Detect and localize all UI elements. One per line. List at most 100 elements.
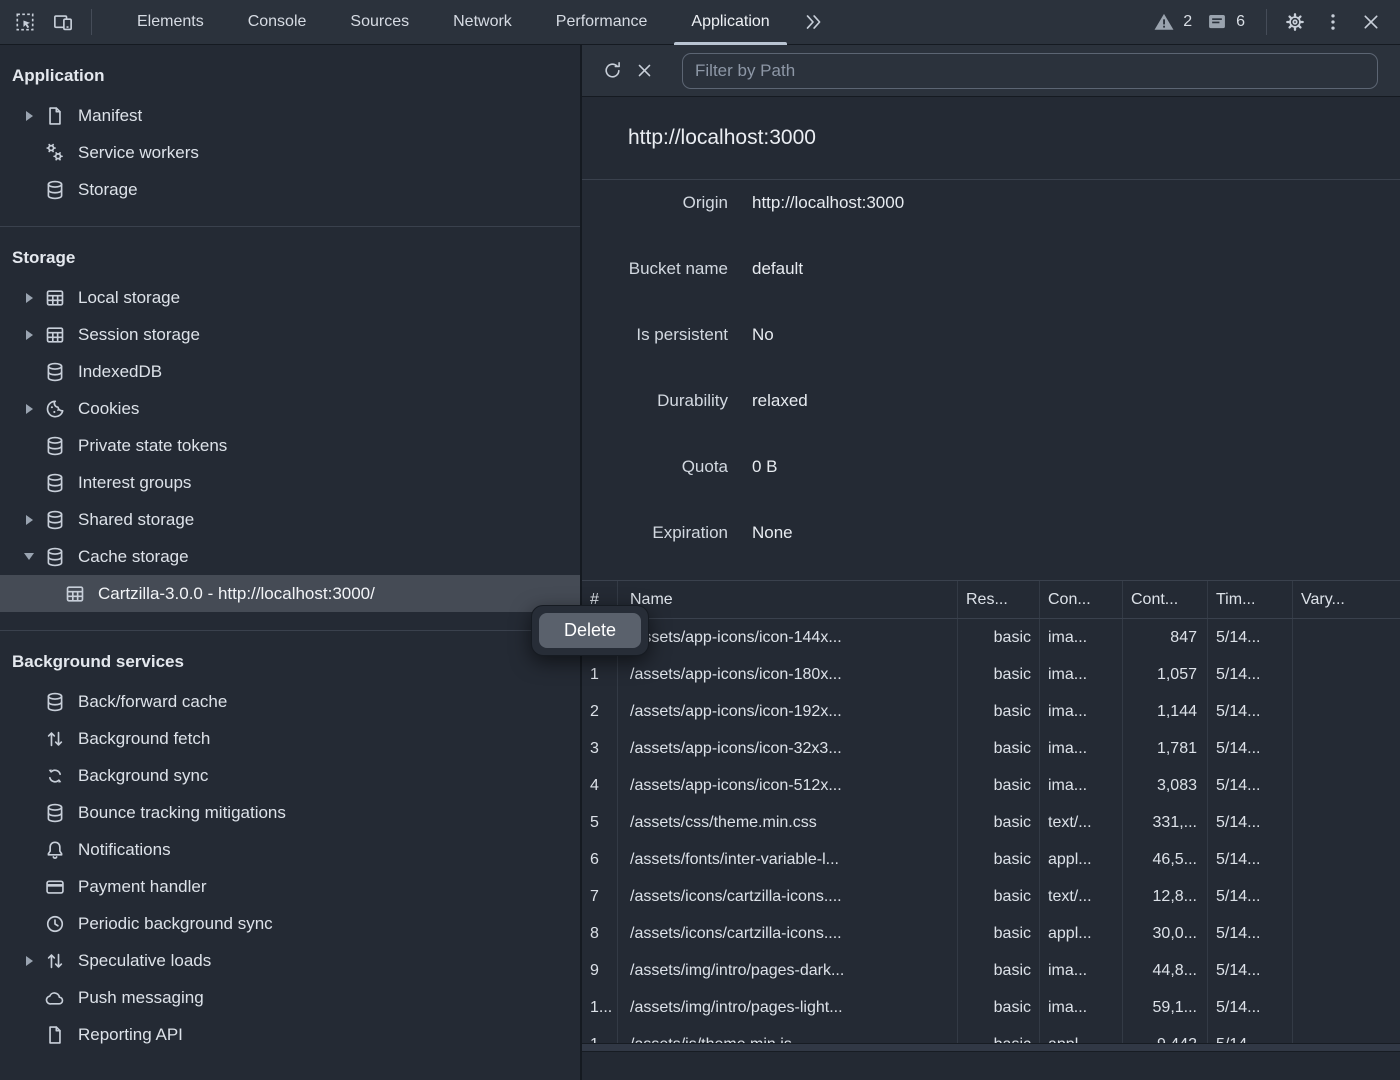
close-icon[interactable] [1352,3,1390,41]
tree-item-background-sync[interactable]: Background sync [0,757,580,794]
expander-expanded-icon[interactable] [22,550,36,564]
expander-placeholder [22,806,36,820]
cell-vary [1293,804,1400,841]
tree-item-interest-groups[interactable]: Interest groups [0,464,580,501]
cell-time: 5/14... [1208,804,1293,841]
table-row[interactable]: 1/assets/app-icons/icon-180x...basicima.… [582,656,1400,693]
tab-elements[interactable]: Elements [115,0,226,45]
more-tabs-button[interactable] [794,3,832,41]
cell-res: basic [958,693,1040,730]
tree-item-cartzilla-3-0-0-http-localhost-3000[interactable]: Cartzilla-3.0.0 - http://localhost:3000/ [0,575,580,612]
tab-performance[interactable]: Performance [534,0,670,45]
device-toolbar-icon[interactable] [44,3,82,41]
tree-item-bounce-tracking-mitigations[interactable]: Bounce tracking mitigations [0,794,580,831]
cell-con: ima... [1040,693,1123,730]
expander-collapsed-icon[interactable] [22,954,36,968]
cell-name: /assets/app-icons/icon-144x... [618,619,958,656]
toolbar-divider [1266,9,1267,35]
table-row[interactable]: 5/assets/css/theme.min.cssbasictext/...3… [582,804,1400,841]
expander-placeholder [22,732,36,746]
tree-item-session-storage[interactable]: Session storage [0,316,580,353]
tab-console[interactable]: Console [226,0,329,45]
tree-item-notifications[interactable]: Notifications [0,831,580,868]
tree-item-storage[interactable]: Storage [0,171,580,208]
expander-collapsed-icon[interactable] [22,513,36,527]
table-icon [64,583,86,605]
table-row[interactable]: 1.../assets/js/theme.min.jsbasicappl...9… [582,1026,1400,1043]
tree-item-label: Private state tokens [78,436,227,456]
warnings-button[interactable]: 2 [1151,3,1204,41]
tree-item-reporting-api[interactable]: Reporting API [0,1016,580,1053]
cache-entries-table: #NameRes...Con...Cont...Tim...Vary... 0/… [582,581,1400,1080]
table-row[interactable]: 2/assets/app-icons/icon-192x...basicima.… [582,693,1400,730]
tree-item-label: Background sync [78,766,208,786]
column-header-name[interactable]: Name [618,581,958,618]
warning-count: 2 [1183,13,1192,31]
service-workers-icon [44,142,66,164]
expander-collapsed-icon[interactable] [22,291,36,305]
table-row[interactable]: 0/assets/app-icons/icon-144x...basicima.… [582,619,1400,656]
tree-item-label: Interest groups [78,473,191,493]
tree-item-push-messaging[interactable]: Push messaging [0,979,580,1016]
expander-placeholder [22,476,36,490]
tree-item-private-state-tokens[interactable]: Private state tokens [0,427,580,464]
tree-item-cache-storage[interactable]: Cache storage [0,538,580,575]
table-row[interactable]: 3/assets/app-icons/icon-32x3...basicima.… [582,730,1400,767]
table-row[interactable]: 4/assets/app-icons/icon-512x...basicima.… [582,767,1400,804]
tree-item-background-fetch[interactable]: Background fetch [0,720,580,757]
kebab-menu-icon[interactable] [1314,3,1352,41]
arrows-up-down-icon [44,950,66,972]
tree-item-manifest[interactable]: Manifest [0,97,580,134]
tree-item-periodic-background-sync[interactable]: Periodic background sync [0,905,580,942]
tab-sources[interactable]: Sources [328,0,431,45]
tab-application[interactable]: Application [669,0,791,45]
tree-item-payment-handler[interactable]: Payment handler [0,868,580,905]
filter-toolbar [582,45,1400,97]
context-menu-delete[interactable]: Delete [539,613,641,648]
table-row[interactable]: 6/assets/fonts/inter-variable-l...basica… [582,841,1400,878]
horizontal-scrollbar[interactable] [582,1043,1400,1052]
expander-collapsed-icon[interactable] [22,109,36,123]
cell-time: 5/14... [1208,989,1293,1026]
tree-item-label: Cartzilla-3.0.0 - http://localhost:3000/ [98,584,375,604]
tree-item-indexeddb[interactable]: IndexedDB [0,353,580,390]
column-header-con[interactable]: Con... [1040,581,1123,618]
gear-icon[interactable] [1276,3,1314,41]
cell-len: 847 [1123,619,1208,656]
tree-item-speculative-loads[interactable]: Speculative loads [0,942,580,979]
message-count: 6 [1236,13,1245,31]
refresh-icon[interactable] [596,55,628,87]
tab-network[interactable]: Network [431,0,534,45]
tree-item-cookies[interactable]: Cookies [0,390,580,427]
tree-item-shared-storage[interactable]: Shared storage [0,501,580,538]
tree-item-label: Push messaging [78,988,204,1008]
tree-item-label: Shared storage [78,510,194,530]
filter-by-path-input[interactable] [682,53,1378,89]
cell-time: 5/14... [1208,952,1293,989]
expander-collapsed-icon[interactable] [22,328,36,342]
cell-time: 5/14... [1208,878,1293,915]
clear-icon[interactable] [628,55,660,87]
table-row[interactable]: 9/assets/img/intro/pages-dark...basicima… [582,952,1400,989]
inspect-cursor-icon[interactable] [6,3,44,41]
expander-collapsed-icon[interactable] [22,402,36,416]
console-message-icon [1204,3,1230,41]
table-row[interactable]: 7/assets/icons/cartzilla-icons....basict… [582,878,1400,915]
cell-con: ima... [1040,767,1123,804]
column-header-vary[interactable]: Vary... [1293,581,1400,618]
column-header-res[interactable]: Res... [958,581,1040,618]
tree-item-service-workers[interactable]: Service workers [0,134,580,171]
section-header: Background services [0,647,580,677]
cell-len: 30,0... [1123,915,1208,952]
tree-item-back-forward-cache[interactable]: Back/forward cache [0,683,580,720]
main-toolbar: ElementsConsoleSourcesNetworkPerformance… [0,0,1400,45]
table-icon [44,287,66,309]
tree-item-local-storage[interactable]: Local storage [0,279,580,316]
cell-vary [1293,989,1400,1026]
table-row[interactable]: 8/assets/icons/cartzilla-icons....basica… [582,915,1400,952]
column-header-tim[interactable]: Tim... [1208,581,1293,618]
table-row[interactable]: 1.../assets/img/intro/pages-light...basi… [582,989,1400,1026]
detail-value: default [752,259,803,312]
console-messages-button[interactable]: 6 [1204,3,1257,41]
column-header-cont[interactable]: Cont... [1123,581,1208,618]
